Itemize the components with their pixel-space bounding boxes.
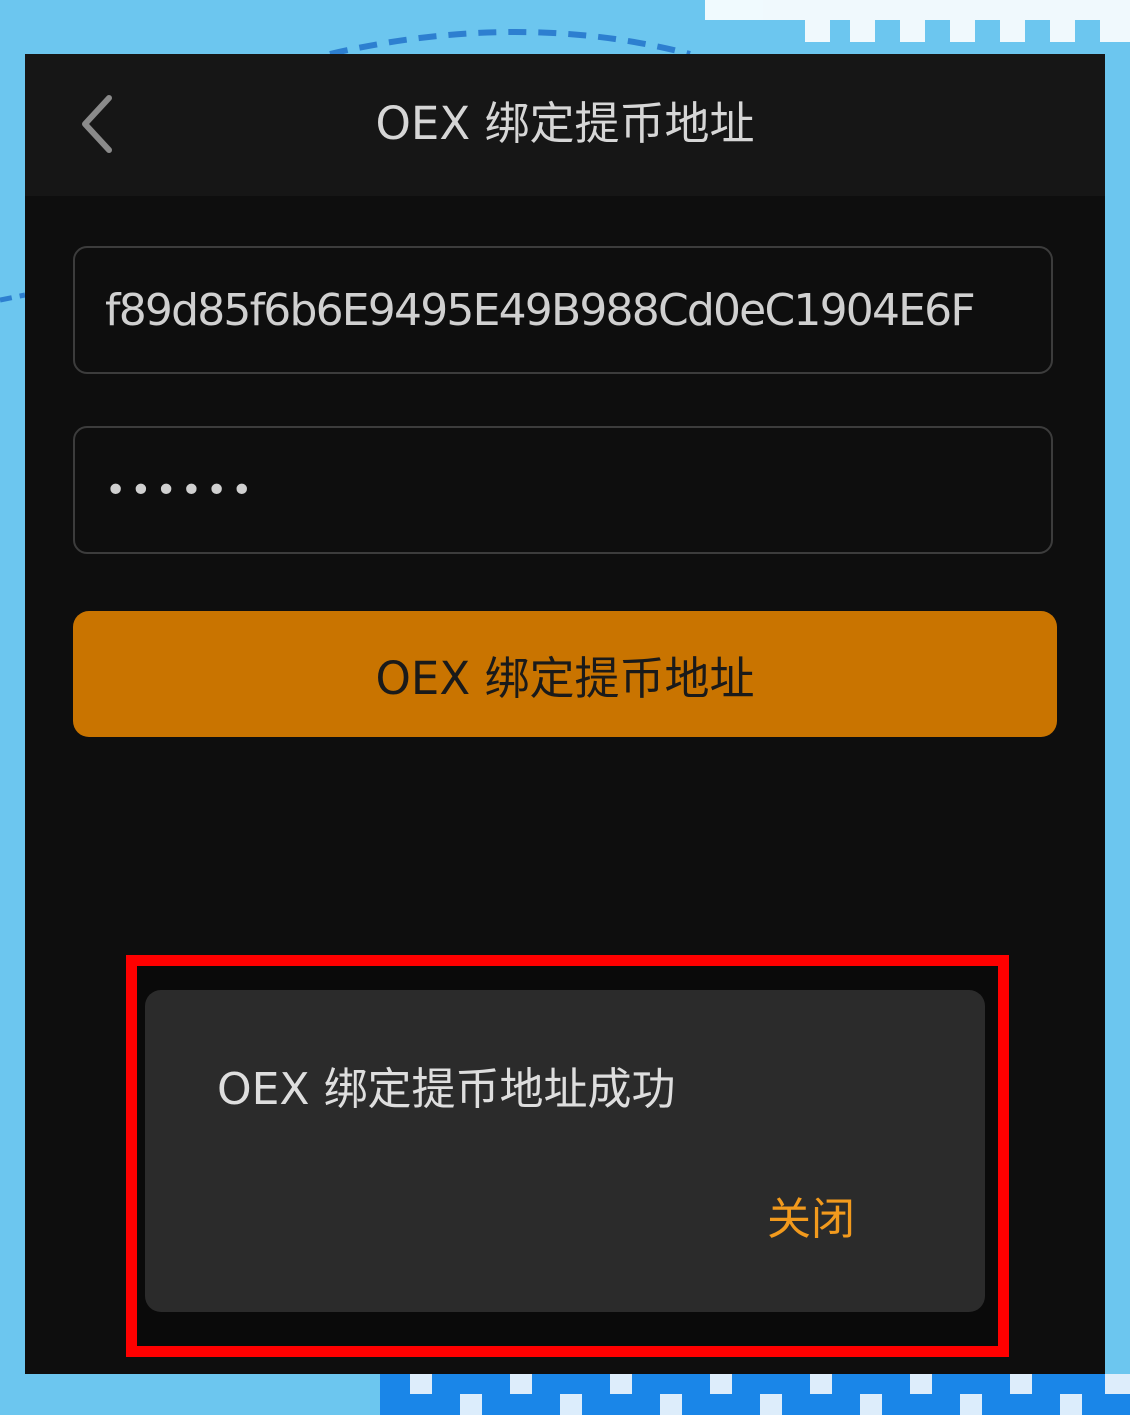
navigation-bar: OEX 绑定提币地址	[25, 54, 1105, 196]
withdraw-address-input[interactable]	[75, 248, 1051, 372]
address-field-container	[73, 246, 1053, 374]
close-button[interactable]: 关闭	[767, 1190, 855, 1250]
success-dialog: OEX 绑定提币地址成功 关闭	[145, 990, 985, 1312]
password-field-container	[73, 426, 1053, 554]
bind-address-button[interactable]: OEX 绑定提币地址	[73, 611, 1057, 737]
dialog-message: OEX 绑定提币地址成功	[217, 1064, 676, 1115]
password-input[interactable]	[75, 428, 1051, 552]
page-title: OEX 绑定提币地址	[375, 97, 755, 150]
